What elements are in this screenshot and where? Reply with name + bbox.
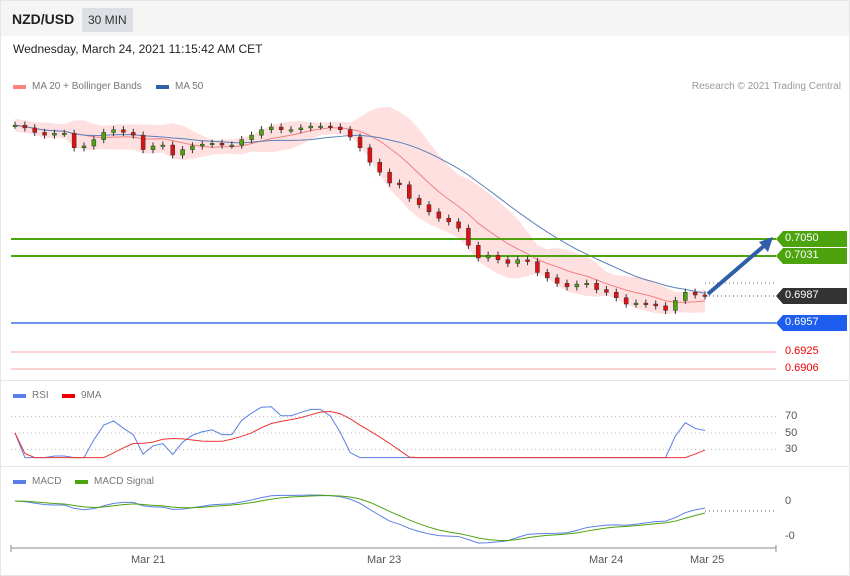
candle bbox=[564, 283, 570, 288]
candle bbox=[446, 217, 451, 223]
candle bbox=[111, 129, 116, 133]
macd-line bbox=[14, 494, 706, 544]
candle bbox=[554, 277, 560, 284]
level-s2: 0.6906 bbox=[785, 362, 819, 374]
candle bbox=[160, 144, 166, 147]
candle bbox=[347, 129, 353, 138]
candle bbox=[653, 303, 658, 307]
macd-tick: 0 bbox=[785, 495, 792, 507]
candle bbox=[140, 134, 146, 150]
candle bbox=[663, 305, 668, 311]
candle bbox=[545, 272, 550, 279]
candle bbox=[495, 255, 501, 261]
candle bbox=[338, 126, 343, 130]
candle bbox=[476, 245, 481, 259]
candle bbox=[150, 145, 156, 150]
candle bbox=[219, 143, 225, 146]
candle bbox=[614, 292, 619, 298]
candle bbox=[643, 302, 649, 305]
forecast-arrow bbox=[706, 243, 767, 296]
candle bbox=[416, 198, 422, 205]
macd-tick: -0 bbox=[785, 530, 795, 542]
candle bbox=[702, 294, 708, 297]
candle bbox=[623, 297, 629, 305]
candle bbox=[328, 125, 333, 128]
candle bbox=[22, 124, 28, 129]
x-tick: Mar 21 bbox=[131, 554, 166, 566]
candle bbox=[190, 145, 195, 150]
candle bbox=[249, 134, 254, 140]
rsi-tick: 70 bbox=[785, 410, 798, 422]
rsi-tick: 50 bbox=[785, 427, 798, 439]
candle bbox=[515, 259, 520, 264]
candle bbox=[308, 125, 313, 129]
candle bbox=[278, 126, 284, 130]
candle bbox=[269, 126, 274, 130]
candle bbox=[604, 289, 609, 293]
candle bbox=[594, 283, 599, 290]
candle bbox=[42, 132, 47, 136]
rsi-tick: 30 bbox=[785, 443, 798, 455]
candle bbox=[32, 127, 37, 133]
candle bbox=[131, 132, 136, 136]
level-pivot: 0.6957 bbox=[785, 316, 819, 328]
candle bbox=[485, 255, 491, 259]
candle bbox=[466, 227, 471, 246]
candle bbox=[12, 124, 18, 127]
candle bbox=[633, 302, 639, 305]
candle bbox=[318, 125, 323, 128]
candle bbox=[288, 129, 294, 132]
candle bbox=[101, 132, 106, 140]
candle bbox=[209, 143, 215, 146]
candle bbox=[121, 129, 126, 133]
candle bbox=[62, 133, 67, 136]
candle bbox=[456, 221, 461, 229]
candle bbox=[397, 182, 402, 186]
candle bbox=[377, 161, 382, 173]
price-chart bbox=[10, 106, 847, 552]
level-last: 0.6987 bbox=[785, 289, 819, 301]
candle bbox=[407, 184, 412, 199]
candle bbox=[683, 292, 688, 301]
candle bbox=[71, 133, 77, 149]
candle bbox=[692, 292, 698, 296]
candle bbox=[367, 147, 373, 163]
candle bbox=[574, 283, 580, 288]
candle bbox=[673, 300, 678, 311]
candle bbox=[200, 143, 205, 147]
candle bbox=[91, 139, 97, 147]
candle bbox=[535, 261, 540, 273]
candle bbox=[357, 136, 363, 149]
candle bbox=[426, 204, 432, 213]
candle bbox=[52, 133, 57, 136]
candle bbox=[505, 259, 511, 264]
x-tick: Mar 23 bbox=[367, 554, 402, 566]
candle bbox=[387, 171, 392, 184]
level-r1: 0.7031 bbox=[785, 249, 819, 261]
candle bbox=[170, 144, 175, 156]
x-tick: Mar 25 bbox=[690, 554, 725, 566]
candle bbox=[525, 259, 530, 262]
candle bbox=[239, 139, 244, 146]
candle bbox=[229, 144, 235, 147]
level-s1: 0.6925 bbox=[785, 345, 819, 357]
candle bbox=[259, 129, 264, 136]
candle bbox=[436, 211, 442, 219]
level-r2: 0.7050 bbox=[785, 232, 819, 244]
x-tick: Mar 24 bbox=[589, 554, 624, 566]
rsi-ma-line bbox=[14, 411, 706, 459]
candle bbox=[81, 145, 87, 149]
candle bbox=[584, 283, 589, 286]
candle bbox=[298, 127, 304, 130]
candle bbox=[180, 149, 185, 156]
